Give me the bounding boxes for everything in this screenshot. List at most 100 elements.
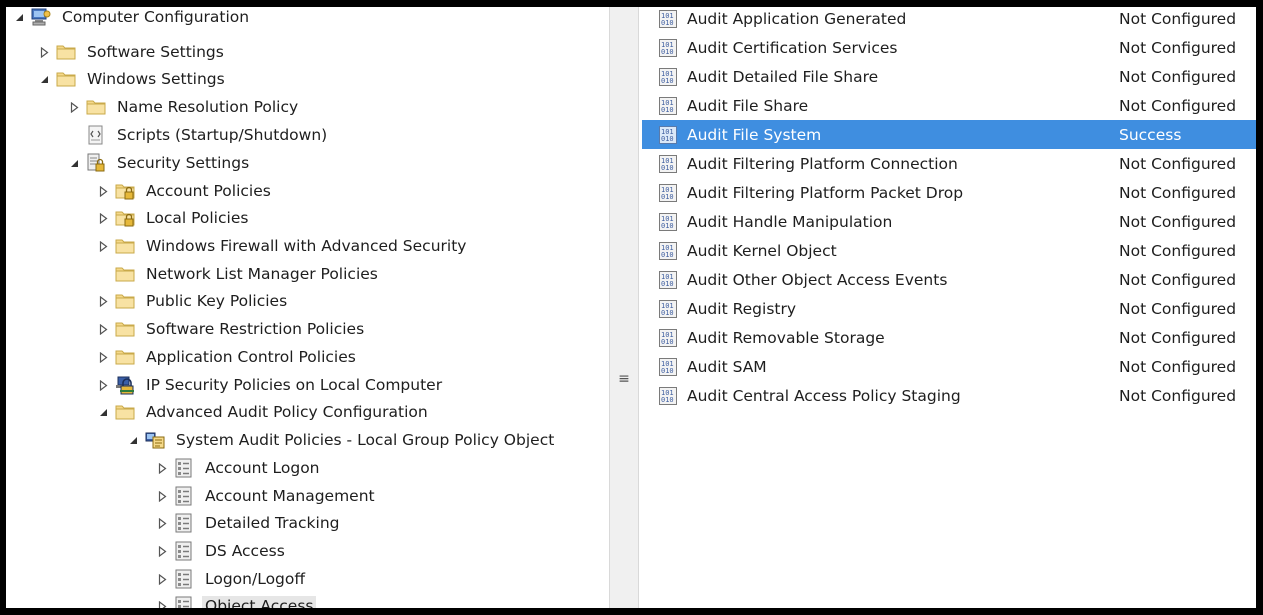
tree-item-label: Windows Firewall with Advanced Security bbox=[146, 237, 467, 255]
policy-setting: Not Configured bbox=[1119, 96, 1237, 115]
policy-list-icon bbox=[174, 541, 194, 561]
policy-row[interactable]: 101 010 Audit Handle Manipulation Not Con… bbox=[642, 207, 1256, 236]
svg-text:010: 010 bbox=[661, 106, 674, 114]
policy-setting-icon: 101 010 bbox=[658, 328, 680, 348]
tree-item-software-settings[interactable]: Software Settings bbox=[37, 38, 227, 66]
tree-item-system-audit-policies[interactable]: System Audit Policies - Local Group Poli… bbox=[126, 426, 557, 454]
policy-name: Audit Removable Storage bbox=[687, 328, 885, 347]
console-tree: Computer Configuration Software Settings… bbox=[6, 7, 606, 608]
policy-row[interactable]: 101 010 Audit Filtering Platform Packet D… bbox=[642, 178, 1256, 207]
policy-row[interactable]: 101 010 Audit Kernel Object Not Configure… bbox=[642, 236, 1256, 265]
policy-setting: Not Configured bbox=[1119, 67, 1237, 86]
svg-text:010: 010 bbox=[661, 77, 674, 85]
policy-setting-icon: 101 010 bbox=[658, 183, 680, 203]
svg-text:010: 010 bbox=[661, 193, 674, 201]
policy-setting: Not Configured bbox=[1119, 328, 1237, 347]
tree-item-application-control[interactable]: Application Control Policies bbox=[96, 343, 359, 371]
tree-item-security-settings[interactable]: Security Settings bbox=[67, 149, 252, 177]
tree-item-account-policies[interactable]: Account Policies bbox=[96, 177, 274, 205]
policy-list-icon bbox=[174, 458, 194, 478]
policy-list-icon bbox=[174, 513, 194, 533]
policy-name: Audit File System bbox=[687, 125, 822, 144]
tree-item-computer-configuration[interactable]: Computer Configuration bbox=[12, 7, 252, 31]
pane-splitter[interactable]: ≡ bbox=[609, 7, 639, 608]
tree-item-account-management[interactable]: Account Management bbox=[155, 482, 378, 510]
tree-item-scripts[interactable]: Scripts (Startup/Shutdown) bbox=[67, 121, 330, 149]
policy-row[interactable]: 101 010 Audit Detailed File Share Not Con… bbox=[642, 62, 1256, 91]
tree-item-ip-security[interactable]: IP Security Policies on Local Computer bbox=[96, 371, 445, 399]
tree-item-label: System Audit Policies - Local Group Poli… bbox=[176, 431, 555, 449]
expanded-arrow-icon[interactable] bbox=[96, 405, 110, 419]
tree-item-account-logon[interactable]: Account Logon bbox=[155, 454, 323, 482]
policy-setting: Not Configured bbox=[1119, 183, 1237, 202]
policy-row[interactable]: 101 010 Audit Other Object Access Events … bbox=[642, 265, 1256, 294]
collapsed-arrow-icon[interactable] bbox=[155, 489, 169, 503]
folder-icon bbox=[56, 69, 76, 89]
tree-item-label: Object Access bbox=[202, 596, 317, 608]
policy-row[interactable]: 101 010 Audit Certification Services Not … bbox=[642, 33, 1256, 62]
tree-item-detailed-tracking[interactable]: Detailed Tracking bbox=[155, 509, 343, 537]
collapsed-arrow-icon[interactable] bbox=[96, 239, 110, 253]
security-settings-icon bbox=[86, 153, 106, 173]
policy-row[interactable]: 101 010 Audit SAM Not Configured bbox=[642, 352, 1256, 381]
policy-setting: Not Configured bbox=[1119, 270, 1237, 289]
policy-name: Audit Application Generated bbox=[687, 9, 907, 28]
locked-folder-icon bbox=[115, 181, 135, 201]
collapsed-arrow-icon[interactable] bbox=[155, 461, 169, 475]
policy-setting: Not Configured bbox=[1119, 212, 1237, 231]
policy-row[interactable]: 101 010 Audit Filtering Platform Connecti… bbox=[642, 149, 1256, 178]
svg-text:010: 010 bbox=[661, 164, 674, 172]
collapsed-arrow-icon[interactable] bbox=[155, 572, 169, 586]
policy-setting: Not Configured bbox=[1119, 154, 1237, 173]
expanded-arrow-icon[interactable] bbox=[37, 72, 51, 86]
collapsed-arrow-icon[interactable] bbox=[96, 294, 110, 308]
collapsed-arrow-icon[interactable] bbox=[96, 378, 110, 392]
tree-item-ds-access[interactable]: DS Access bbox=[155, 537, 288, 565]
expanded-arrow-icon[interactable] bbox=[126, 433, 140, 447]
policy-name: Audit Kernel Object bbox=[687, 241, 837, 260]
svg-text:010: 010 bbox=[661, 135, 674, 143]
policy-row[interactable]: 101 010 Audit Application Generated Not C… bbox=[642, 7, 1256, 33]
collapsed-arrow-icon[interactable] bbox=[155, 516, 169, 530]
collapsed-arrow-icon[interactable] bbox=[96, 322, 110, 336]
audit-policy-icon bbox=[145, 430, 165, 450]
policy-setting-icon: 101 010 bbox=[658, 154, 680, 174]
policy-row[interactable]: 101 010 Audit Registry Not Configured bbox=[642, 294, 1256, 323]
collapsed-arrow-icon[interactable] bbox=[155, 599, 169, 608]
tree-item-windows-firewall[interactable]: Windows Firewall with Advanced Security bbox=[96, 232, 469, 260]
tree-item-advanced-audit-policy[interactable]: Advanced Audit Policy Configuration bbox=[96, 398, 431, 426]
collapsed-arrow-icon[interactable] bbox=[155, 544, 169, 558]
tree-item-local-policies[interactable]: Local Policies bbox=[96, 204, 251, 232]
collapsed-arrow-icon[interactable] bbox=[96, 184, 110, 198]
policy-setting-icon: 101 010 bbox=[658, 241, 680, 261]
tree-item-label: Local Policies bbox=[146, 209, 249, 227]
policy-row[interactable]: 101 010 Audit Central Access Policy Stagi… bbox=[642, 381, 1256, 410]
collapsed-arrow-icon[interactable] bbox=[96, 350, 110, 364]
policy-setting-icon: 101 010 bbox=[658, 270, 680, 290]
tree-item-network-list-manager[interactable]: Network List Manager Policies bbox=[96, 260, 381, 288]
collapsed-arrow-icon[interactable] bbox=[96, 211, 110, 225]
tree-item-label: Software Restriction Policies bbox=[146, 320, 365, 338]
folder-icon bbox=[115, 319, 135, 339]
policy-setting-icon: 101 010 bbox=[658, 125, 680, 145]
policy-setting: Not Configured bbox=[1119, 299, 1237, 318]
policy-row[interactable]: 101 010 Audit File Share Not Configured bbox=[642, 91, 1256, 120]
tree-item-logon-logoff[interactable]: Logon/Logoff bbox=[155, 565, 308, 593]
collapsed-arrow-icon[interactable] bbox=[37, 45, 51, 59]
policy-name: Audit Certification Services bbox=[687, 38, 898, 57]
tree-item-software-restriction[interactable]: Software Restriction Policies bbox=[96, 315, 367, 343]
tree-item-label: Detailed Tracking bbox=[205, 514, 340, 532]
svg-text:010: 010 bbox=[661, 338, 674, 346]
policy-name: Audit Handle Manipulation bbox=[687, 212, 893, 231]
tree-item-object-access[interactable]: Object Access bbox=[155, 592, 317, 608]
tree-item-public-key-policies[interactable]: Public Key Policies bbox=[96, 287, 290, 315]
collapsed-arrow-icon[interactable] bbox=[67, 100, 81, 114]
expanded-arrow-icon[interactable] bbox=[12, 10, 26, 24]
policy-row[interactable]: 101 010 Audit Removable Storage Not Confi… bbox=[642, 323, 1256, 352]
splitter-grip-icon[interactable]: ≡ bbox=[618, 370, 630, 388]
svg-text:010: 010 bbox=[661, 19, 674, 27]
expanded-arrow-icon[interactable] bbox=[67, 156, 81, 170]
tree-item-name-resolution-policy[interactable]: Name Resolution Policy bbox=[67, 93, 301, 121]
tree-item-windows-settings[interactable]: Windows Settings bbox=[37, 65, 228, 93]
policy-row-selected[interactable]: 101 010 Audit File System Success bbox=[642, 120, 1256, 149]
